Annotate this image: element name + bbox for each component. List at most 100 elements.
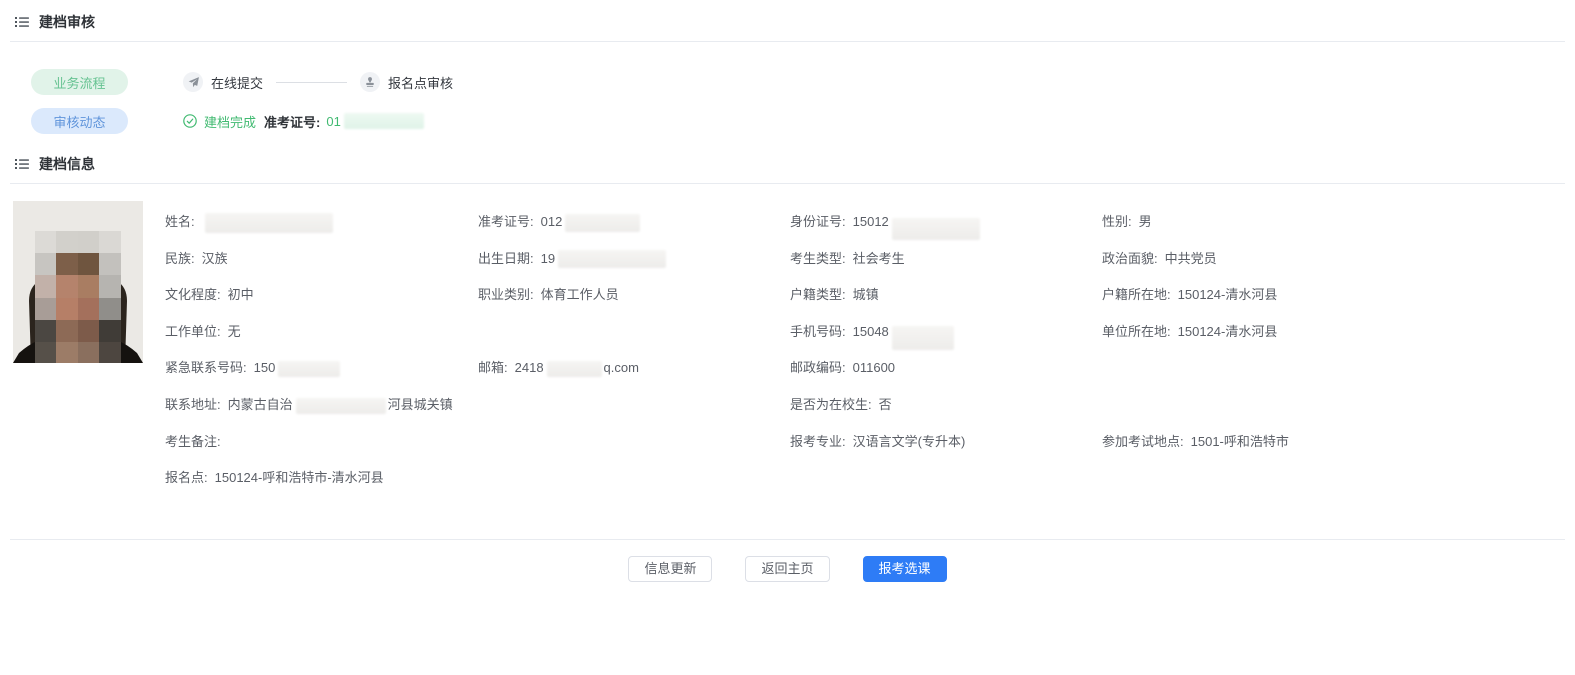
divider <box>10 539 1565 540</box>
field-label: 联系地址: <box>165 396 221 412</box>
info-section-title: 建档信息 <box>39 156 95 172</box>
photo-mosaic-block <box>56 297 79 321</box>
field-label: 考生备注: <box>165 433 221 449</box>
field-value: 男 <box>1138 214 1152 229</box>
status-badge: 审核动态 <box>31 108 128 134</box>
field-birth-date: 出生日期: 19 <box>478 250 790 287</box>
field-value: 15012 <box>852 214 889 229</box>
field-value-suffix: 河县城关镇 <box>387 396 453 412</box>
field-label: 身份证号: <box>790 214 846 229</box>
field-registration-point: 报名点: 150124-呼和浩特市-清水河县 <box>165 469 478 506</box>
field-label: 政治面貌: <box>1102 250 1158 266</box>
photo-mosaic-block <box>77 319 100 343</box>
field-mobile: 手机号码: 15048 <box>790 323 1102 360</box>
field-label: 邮政编码: <box>790 360 846 376</box>
field-emergency-contact: 紧急联系号码: 150 <box>165 359 478 396</box>
field-value: 1501-呼和浩特市 <box>1190 433 1289 449</box>
field-value: 15048 <box>852 323 889 339</box>
field-value: 2418 <box>514 360 544 376</box>
field-label: 准考证号: <box>478 214 534 229</box>
photo-mosaic-block <box>77 342 100 363</box>
redacted-value <box>204 213 333 233</box>
check-circle-icon <box>183 114 197 128</box>
step-connector <box>276 81 348 83</box>
photo-mosaic-block <box>77 253 100 276</box>
ticket-label: 准考证号: <box>264 114 321 130</box>
list-icon <box>14 156 30 172</box>
field-is-enrolled-student: 是否为在校生: 否 <box>790 396 1102 433</box>
redacted-value <box>558 250 667 269</box>
redacted-value <box>278 360 341 377</box>
divider <box>10 183 1565 184</box>
field-id-number: 身份证号: 15012 <box>790 213 1102 250</box>
back-home-button[interactable]: 返回主页 <box>745 556 830 582</box>
photo-mosaic-block <box>56 342 79 363</box>
field-contact-address: 联系地址: 内蒙古自治 河县城关镇 <box>165 396 478 433</box>
photo-mosaic-block <box>98 231 121 254</box>
divider <box>10 41 1565 42</box>
field-admission-ticket-no: 准考证号: 012 <box>478 213 790 250</box>
info-field-grid: 姓名: 准考证号: 012 身份证号: 15012 性别: 男民族: 汉族 出生日期: 19 考生类… <box>165 213 1575 530</box>
field-value-suffix: q.com <box>603 360 639 376</box>
field-value: 否 <box>878 396 892 412</box>
redacted-value <box>891 218 980 240</box>
photo-mosaic-block <box>98 342 121 363</box>
photo-mosaic-block <box>98 319 121 343</box>
field-value: 011600 <box>852 360 896 376</box>
field-value: 无 <box>227 323 241 339</box>
field-employer: 工作单位: 无 <box>165 323 478 360</box>
field-value: 初中 <box>227 287 254 303</box>
field-exam-location: 参加考试地点: 1501-呼和浩特市 <box>1102 433 1575 470</box>
field-value: 汉族 <box>201 250 228 266</box>
field-household-type: 户籍类型: 城镇 <box>790 286 1102 323</box>
field-value: 内蒙古自治 <box>227 396 293 412</box>
page-title: 建档审核 <box>39 14 95 30</box>
field-label: 报名点: <box>165 470 208 486</box>
field-label: 户籍类型: <box>790 287 846 303</box>
field-value: 城镇 <box>852 287 879 303</box>
photo-mosaic-block <box>98 253 121 276</box>
field-label: 工作单位: <box>165 323 221 339</box>
redacted-value <box>546 360 602 377</box>
candidate-photo <box>13 201 143 363</box>
field-label: 民族: <box>165 250 195 266</box>
field-label: 邮箱: <box>478 360 508 376</box>
field-employer-location: 单位所在地: 150124-清水河县 <box>1102 323 1575 360</box>
send-icon <box>183 72 203 92</box>
photo-mosaic-block <box>35 342 57 363</box>
photo-mosaic-block <box>77 275 100 299</box>
field-label: 性别: <box>1102 214 1132 229</box>
field-label: 职业类别: <box>478 287 534 303</box>
field-email: 邮箱: 2418 q.com <box>478 359 790 396</box>
section-header-info: 建档信息 <box>0 134 1575 174</box>
field-label: 文化程度: <box>165 287 221 303</box>
section-header-review: 建档审核 <box>0 0 1575 32</box>
photo-mosaic-block <box>35 253 57 276</box>
field-political-status: 政治面貌: 中共党员 <box>1102 250 1575 287</box>
photo-mosaic-block <box>98 275 121 299</box>
field-postal-code: 邮政编码: 011600 <box>790 359 1102 396</box>
list-icon <box>14 14 30 30</box>
ticket-value: 01 <box>326 113 341 129</box>
field-value: 社会考生 <box>852 250 905 266</box>
field-value: 150124-呼和浩特市-清水河县 <box>214 470 384 486</box>
photo-mosaic-block <box>77 231 100 254</box>
field-value: 012 <box>540 214 563 229</box>
photo-mosaic-block <box>56 253 79 276</box>
photo-mosaic-block <box>56 231 79 254</box>
field-applied-major: 报考专业: 汉语言文学(专升本) <box>790 433 1102 470</box>
course-selection-button[interactable]: 报考选课 <box>862 556 947 582</box>
photo-mosaic-block <box>35 275 57 299</box>
field-label: 出生日期: <box>478 250 534 266</box>
photo-mosaic-block <box>35 319 57 343</box>
field-value: 体育工作人员 <box>540 287 619 303</box>
field-value: 19 <box>540 250 556 266</box>
field-value: 150 <box>253 360 276 376</box>
review-status: 建档完成 准考证号: 01 <box>183 112 1575 131</box>
workflow-panel: 业务流程 在线提交 报名点审核 审核动态 建档完成 准考证号: 01 <box>31 69 1575 134</box>
field-label: 紧急联系号码: <box>165 360 247 376</box>
field-label: 是否为在校生: <box>790 396 872 412</box>
field-occupation: 职业类别: 体育工作人员 <box>478 286 790 323</box>
field-ethnicity: 民族: 汉族 <box>165 250 478 287</box>
info-update-button[interactable]: 信息更新 <box>628 556 713 582</box>
